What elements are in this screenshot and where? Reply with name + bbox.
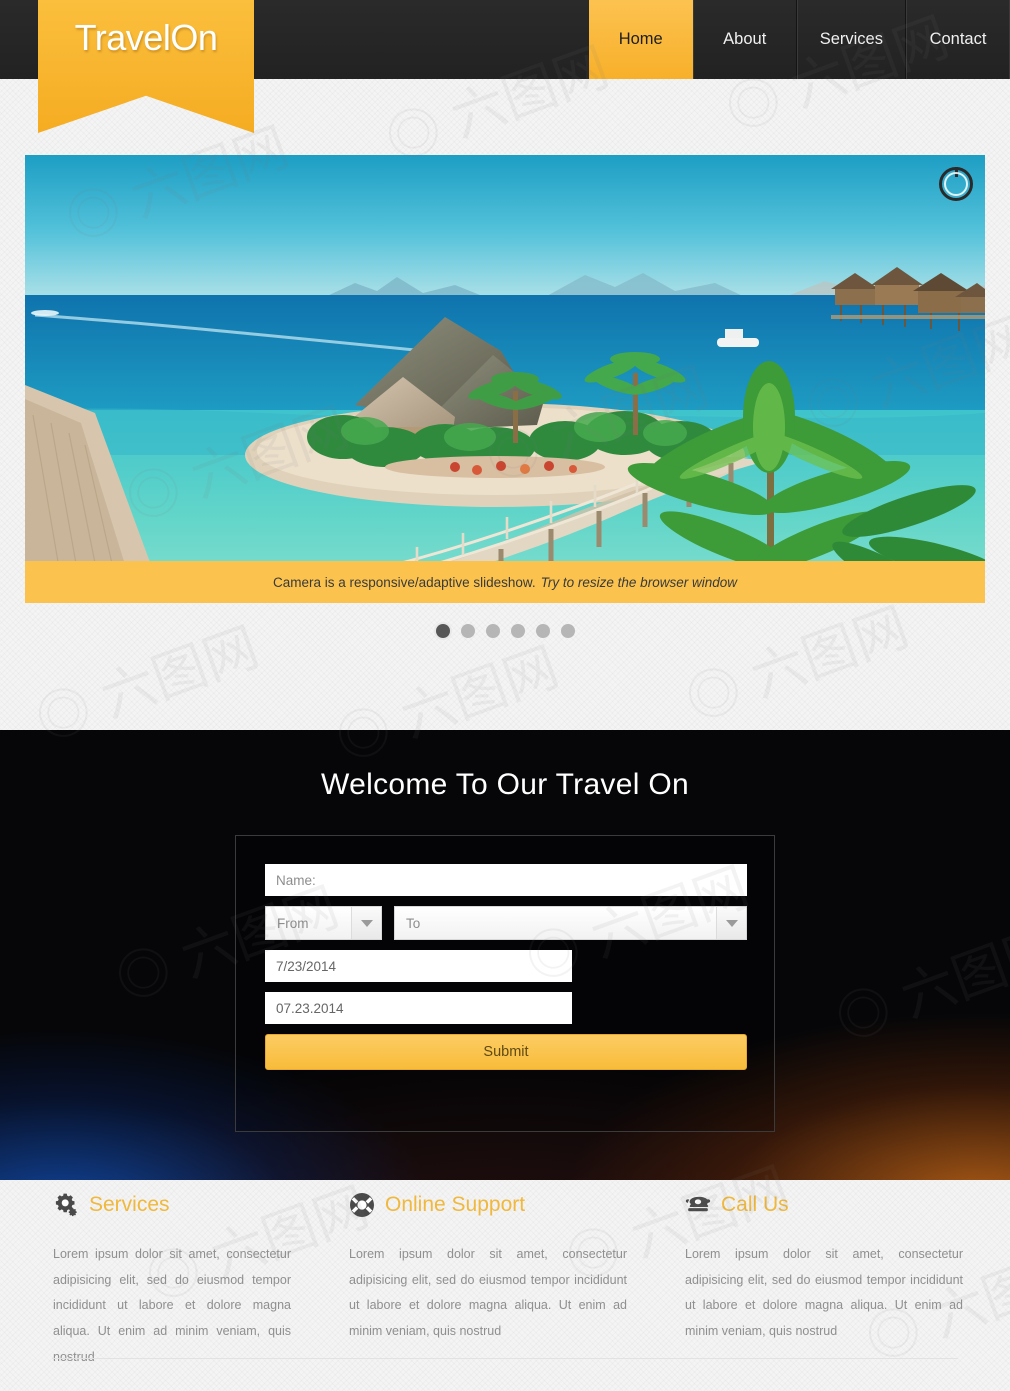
site-logo[interactable]: TravelOn — [38, 0, 254, 133]
feature-title: Call Us — [721, 1193, 789, 1216]
nav-item-about[interactable]: About — [692, 0, 797, 79]
feature-body: Lorem ipsum dolor sit amet, consectetur … — [349, 1247, 627, 1338]
from-select-label: From — [277, 915, 309, 931]
return-date-input[interactable] — [265, 992, 572, 1024]
welcome-title: Welcome To Our Travel On — [321, 768, 689, 801]
nav-item-contact[interactable]: Contact — [906, 0, 1010, 79]
gears-icon — [53, 1192, 79, 1218]
nav-label-services: Services — [819, 30, 883, 48]
welcome-section: Welcome To Our Travel On From To Su — [0, 730, 1010, 1180]
hero-slideshow[interactable]: Camera is a responsive/adaptive slidesho… — [25, 155, 985, 603]
feature-title: Services — [89, 1193, 170, 1216]
nav-label-home: Home — [618, 30, 663, 48]
from-select[interactable]: From — [265, 906, 382, 940]
main-navigation: Home About Services Contact — [588, 0, 1010, 79]
feature-column-online-support: Online Support Lorem ipsum dolor sit ame… — [336, 1190, 672, 1370]
nav-item-services[interactable]: Services — [796, 0, 906, 79]
logo-text: TravelOn — [74, 17, 218, 58]
nav-item-home[interactable]: Home — [588, 0, 693, 79]
feature-columns: Services Lorem ipsum dolor sit amet, con… — [0, 1190, 1010, 1370]
pagination-dot-5[interactable] — [535, 624, 550, 638]
route-selects-row: From To — [265, 906, 747, 940]
depart-date-input[interactable] — [265, 950, 572, 982]
feature-heading: Call Us — [685, 1190, 963, 1220]
slideshow-pagination — [0, 624, 1010, 638]
slide-caption: Camera is a responsive/adaptive slidesho… — [25, 561, 985, 603]
feature-title: Online Support — [385, 1193, 526, 1216]
pagination-dot-4[interactable] — [510, 624, 525, 638]
booking-form: From To Submit — [235, 835, 775, 1132]
pagination-dot-6[interactable] — [560, 624, 575, 638]
feature-heading: Services — [53, 1190, 291, 1220]
feature-body: Lorem ipsum dolor sit amet, consectetur … — [685, 1247, 963, 1338]
lifebuoy-icon — [349, 1192, 375, 1218]
chevron-down-icon — [351, 907, 381, 939]
slide-caption-main: Camera is a responsive/adaptive slidesho… — [273, 574, 536, 590]
hero-slide-image — [25, 155, 985, 603]
submit-button[interactable]: Submit — [265, 1034, 747, 1070]
pagination-dot-3[interactable] — [485, 624, 500, 638]
feature-column-call-us: Call Us Lorem ipsum dolor sit amet, cons… — [672, 1190, 1008, 1370]
booking-form-fields: From To Submit — [265, 864, 747, 1070]
to-select[interactable]: To — [394, 906, 747, 940]
pagination-dot-2[interactable] — [460, 624, 475, 638]
page-root: TravelOn Home About Services Contact Cam… — [0, 0, 1010, 1391]
chevron-down-icon — [716, 907, 746, 939]
nav-label-about: About — [723, 30, 767, 48]
feature-body: Lorem ipsum dolor sit amet, consectetur … — [53, 1247, 291, 1364]
feature-heading: Online Support — [349, 1190, 627, 1220]
name-input[interactable] — [265, 864, 747, 896]
circular-progress-icon[interactable] — [939, 167, 973, 201]
to-select-label: To — [406, 915, 421, 931]
nav-label-contact: Contact — [929, 30, 987, 48]
footer-divider — [52, 1358, 958, 1359]
feature-column-services: Services Lorem ipsum dolor sit amet, con… — [0, 1190, 336, 1370]
telephone-icon — [685, 1192, 711, 1218]
slide-caption-emphasis: Try to resize the browser window — [540, 574, 737, 590]
pagination-dot-1[interactable] — [435, 624, 450, 638]
